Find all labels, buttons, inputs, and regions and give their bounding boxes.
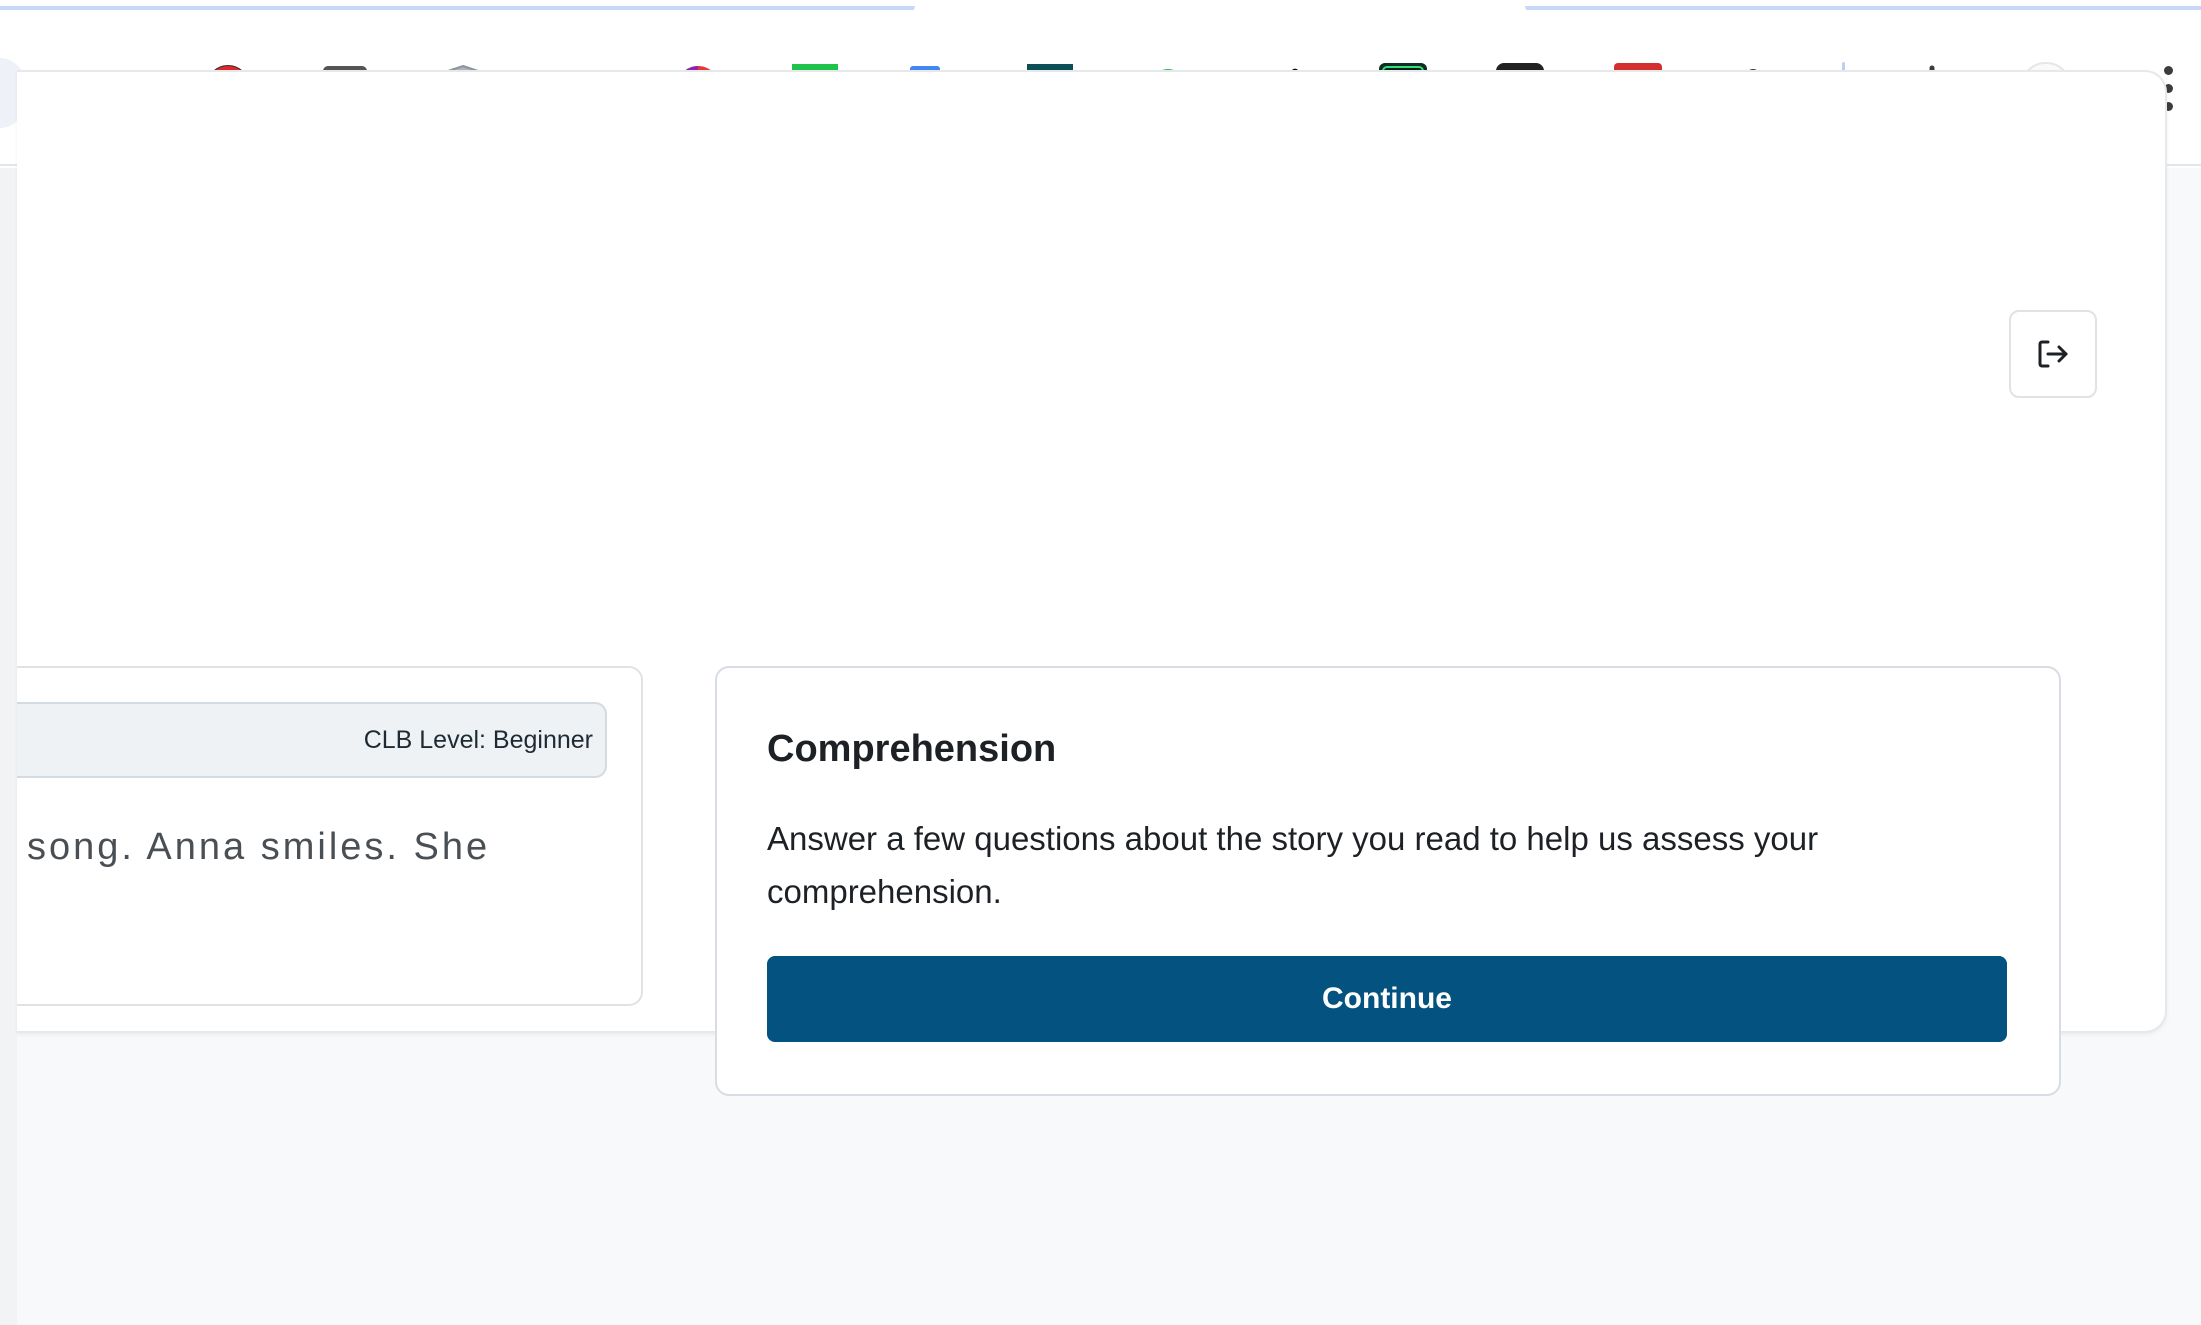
comprehension-title: Comprehension bbox=[767, 728, 1057, 770]
story-excerpt: song. Anna smiles. She bbox=[27, 826, 491, 868]
comprehension-description: Answer a few questions about the story y… bbox=[767, 820, 1819, 910]
tab-strip-right bbox=[1525, 6, 2201, 12]
sign-out-icon bbox=[2038, 340, 2068, 368]
exit-button[interactable] bbox=[2009, 310, 2097, 398]
tab-strip-left bbox=[0, 6, 915, 12]
left-edge-strip bbox=[0, 168, 17, 1325]
clb-level-badge: CLB Level: Beginner bbox=[17, 702, 607, 778]
continue-button[interactable]: Continue bbox=[767, 956, 2007, 1042]
